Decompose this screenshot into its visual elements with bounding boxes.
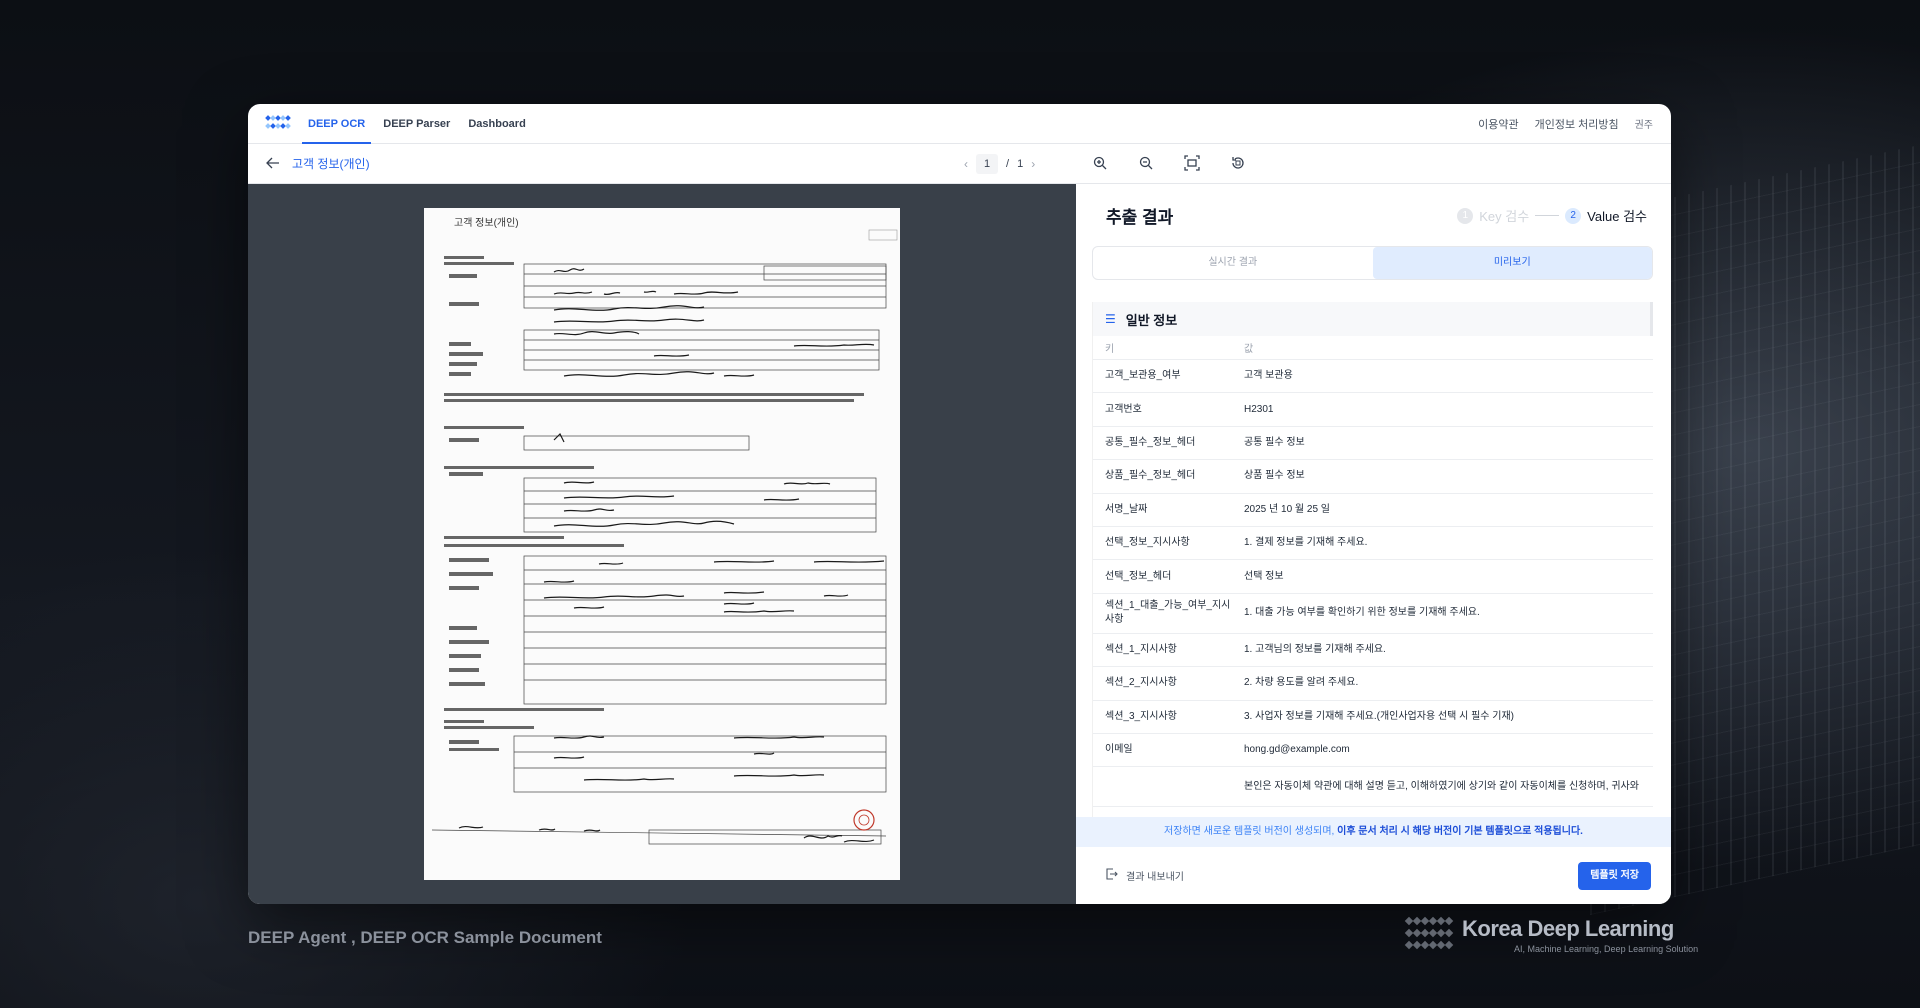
export-icon xyxy=(1106,868,1118,883)
export-label: 결과 내보내기 xyxy=(1126,872,1184,883)
zoom-in-icon[interactable] xyxy=(1092,155,1110,173)
save-template-button[interactable]: 템플릿 저장 xyxy=(1578,861,1651,890)
row-value[interactable]: 2. 차량 용도를 알려 주세요. xyxy=(1244,676,1653,690)
table-row[interactable]: 고객번호 H2301 xyxy=(1093,393,1653,427)
nav-tab-dashboard[interactable]: Dashboard xyxy=(468,104,525,144)
column-key: 키 xyxy=(1105,344,1115,355)
row-key: 섹션_1_대출_가능_여부_지시사항 xyxy=(1105,600,1231,626)
table-row[interactable]: 이메일 hong.gd@example.com xyxy=(1093,734,1653,768)
doc-title: 고객 정보(개인) xyxy=(454,217,519,229)
table-row[interactable]: 섹션_2_지시사항 2. 차량 용도를 알려 주세요. xyxy=(1093,667,1653,701)
step1-label[interactable]: Key 검수 xyxy=(1479,206,1529,225)
row-key: 선택_정보_지시사항 xyxy=(1105,537,1190,549)
zoom-out-icon[interactable] xyxy=(1138,155,1156,173)
document-viewer[interactable]: 고객 정보(개인) xyxy=(248,184,1076,904)
table-row[interactable]: 공통_필수_정보_헤더 공통 필수 정보 xyxy=(1093,427,1653,461)
notice-emphasis: 이후 문서 처리 시 해당 버전이 기본 템플릿으로 적용됩니다. xyxy=(1337,826,1583,837)
rotate-icon[interactable] xyxy=(1230,155,1248,173)
page-number-input[interactable]: 1 xyxy=(976,154,998,174)
brand-logo: Korea Deep Learning AI, Machine Learning… xyxy=(1404,916,1699,954)
row-key: 고객_보관용_여부 xyxy=(1105,370,1181,382)
table-header: 키 값 xyxy=(1093,336,1653,360)
table-row[interactable]: 고객_보관용_여부 고객 보관용 xyxy=(1093,360,1653,394)
row-value[interactable]: 공통 필수 정보 xyxy=(1244,436,1653,450)
terms-link[interactable]: 이용약관 xyxy=(1478,116,1518,132)
scanned-document-page: 고객 정보(개인) xyxy=(424,208,900,880)
row-value[interactable]: 1. 대출 가능 여부를 확인하기 위한 정보를 기재해 주세요. xyxy=(1244,606,1653,620)
result-tabs: 실시간 결과 미리보기 xyxy=(1092,246,1653,280)
row-value[interactable]: 상품 필수 정보 xyxy=(1244,469,1653,483)
table-row[interactable]: 서명_날짜 2025 년 10 월 25 일 xyxy=(1093,494,1653,527)
row-key: 이메일 xyxy=(1105,744,1133,756)
row-value[interactable]: 본인은 자동이체 약관에 대해 설명 듣고, 이해하였기에 상기와 같이 자동이… xyxy=(1244,780,1653,794)
row-value[interactable]: 2025 년 10 월 25 일 xyxy=(1244,503,1653,517)
brand-name: Korea Deep Learning xyxy=(1462,916,1674,941)
save-notice: 저장하면 새로운 템플릿 버전이 생성되며, 이후 문서 처리 시 해당 버전이… xyxy=(1076,817,1671,847)
tab-realtime-result[interactable]: 실시간 결과 xyxy=(1093,247,1373,279)
row-value[interactable]: H2301 xyxy=(1244,403,1653,417)
section-header[interactable]: ☰ 일반 정보 xyxy=(1093,302,1653,336)
document-title: 고객 정보(개인) xyxy=(292,157,370,171)
step1-badge: 1 xyxy=(1457,207,1474,224)
key-value-table: 고객_보관용_여부 고객 보관용 고객번호 H2301 공통_필수_정보_헤더 공통 … xyxy=(1093,360,1653,808)
row-key: 공통_필수_정보_헤더 xyxy=(1105,436,1196,448)
top-nav: DEEP OCR DEEP Parser Dashboard 이용약관 개인정보… xyxy=(248,104,1671,144)
logo-icon[interactable] xyxy=(265,114,291,132)
row-key: 선택_정보_헤더 xyxy=(1105,570,1172,582)
general-info-section: ☰ 일반 정보 키 값 고객_보관용_여부 고객 보관용 고객번호 H2301 공통… xyxy=(1092,302,1653,817)
result-footer: 결과 내보내기 템플릿 저장 xyxy=(1076,847,1671,904)
table-row[interactable]: 섹션_1_대출_가능_여부_지시사항 1. 대출 가능 여부를 확인하기 위한 정… xyxy=(1093,594,1653,634)
nav-tab-deep-ocr[interactable]: DEEP OCR xyxy=(301,104,372,144)
row-value[interactable]: 3. 사업자 정보를 기재해 주세요.(개인사업자용 선택 시 필수 기재) xyxy=(1244,710,1653,724)
page-separator: / xyxy=(1006,158,1010,170)
row-key: 섹션_2_지시사항 xyxy=(1105,677,1177,689)
nav-tab-deep-parser[interactable]: DEEP Parser xyxy=(383,104,450,144)
step2-badge: 2 xyxy=(1565,207,1582,224)
section-title: 일반 정보 xyxy=(1125,312,1178,328)
row-value[interactable]: 1. 결제 정보를 기재해 주세요. xyxy=(1244,536,1653,550)
fit-screen-icon[interactable] xyxy=(1184,155,1202,173)
page-navigator: ‹ 1 / 1 › xyxy=(964,154,1035,174)
step-connector xyxy=(1535,215,1560,216)
notice-text: 저장하면 새로운 템플릿 버전이 생성되며, xyxy=(1164,826,1338,837)
row-key: 섹션_3_지시사항 xyxy=(1105,710,1177,722)
row-key: 상품_필수_정보_헤더 xyxy=(1105,470,1196,482)
table-row[interactable]: 본인은 자동이체 약관에 대해 설명 듣고, 이해하였기에 상기와 같이 자동이… xyxy=(1093,767,1653,808)
brand-tagline: AI, Machine Learning, Deep Learning Solu… xyxy=(1514,944,1699,954)
table-row[interactable]: 섹션_1_지시사항 1. 고객님의 정보를 기재해 주세요. xyxy=(1093,634,1653,668)
export-results-button[interactable]: 결과 내보내기 xyxy=(1106,868,1184,883)
row-key: 서명_날짜 xyxy=(1105,503,1148,515)
step2-label[interactable]: Value 검수 xyxy=(1587,206,1647,225)
table-row[interactable]: 선택_정보_지시사항 1. 결제 정보를 기재해 주세요. xyxy=(1093,527,1653,561)
table-row[interactable]: 상품_필수_정보_헤더 상품 필수 정보 xyxy=(1093,460,1653,494)
list-icon: ☰ xyxy=(1105,312,1116,326)
row-value[interactable]: hong.gd@example.com xyxy=(1244,743,1653,757)
table-row[interactable]: 섹션_3_지시사항 3. 사업자 정보를 기재해 주세요.(개인사업자용 선택 시… xyxy=(1093,701,1653,734)
tab-preview[interactable]: 미리보기 xyxy=(1372,247,1652,279)
review-steps: 1 Key 검수 2 Value 검수 xyxy=(1457,206,1647,225)
page-caption: DEEP Agent , DEEP OCR Sample Document xyxy=(248,928,602,947)
row-key: 섹션_1_지시사항 xyxy=(1105,643,1177,655)
brand-mark-icon xyxy=(1404,916,1454,952)
document-toolbar: 고객 정보(개인) ‹ 1 / 1 › xyxy=(248,144,1671,184)
column-value: 값 xyxy=(1244,344,1254,355)
app-window: DEEP OCR DEEP Parser Dashboard 이용약관 개인정보… xyxy=(248,104,1671,904)
chevron-right-icon[interactable]: › xyxy=(1031,157,1035,171)
row-value[interactable]: 1. 고객님의 정보를 기재해 주세요. xyxy=(1244,643,1653,657)
extraction-result-panel: 추출 결과 1 Key 검수 2 Value 검수 실시간 결과 미리보기 ☰ … xyxy=(1076,184,1671,904)
page-total: 1 xyxy=(1017,158,1024,170)
row-key: 고객번호 xyxy=(1105,403,1142,415)
row-value[interactable]: 고객 보관용 xyxy=(1244,369,1653,383)
chevron-left-icon[interactable]: ‹ xyxy=(964,157,968,171)
user-menu[interactable]: 권주 xyxy=(1635,116,1653,131)
row-value[interactable]: 선택 정보 xyxy=(1244,570,1653,584)
privacy-link[interactable]: 개인정보 처리방침 xyxy=(1535,116,1619,132)
arrow-left-icon[interactable] xyxy=(266,156,280,172)
table-row[interactable]: 선택_정보_헤더 선택 정보 xyxy=(1093,560,1653,594)
result-title: 추출 결과 xyxy=(1106,207,1174,227)
